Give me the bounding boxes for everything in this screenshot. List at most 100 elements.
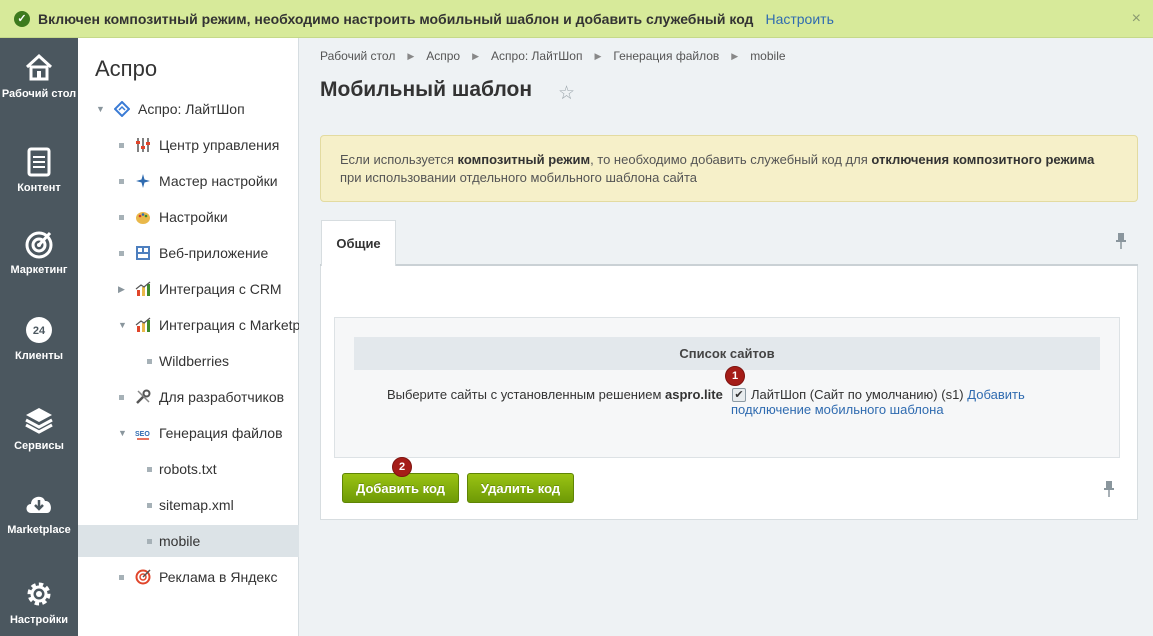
bullet [147, 466, 152, 472]
remove-code-button[interactable]: Удалить код [467, 473, 574, 503]
bullet [119, 250, 124, 256]
add-mobile-template-link[interactable]: Добавить [967, 387, 1024, 402]
step-badge: 1 [725, 366, 745, 386]
favorite-star-icon[interactable]: ☆ [558, 82, 575, 105]
rail-item-settings[interactable]: Настройки [0, 578, 78, 626]
expanded-arrow-icon[interactable]: ▼ [96, 104, 105, 114]
bullet [147, 502, 152, 508]
sites-section-header: Список сайтов [354, 337, 1100, 370]
tree-item-label: Настройки [159, 209, 228, 225]
bullet [119, 178, 124, 184]
rail-item-clients[interactable]: 24 Клиенты [0, 314, 78, 362]
home-icon [25, 53, 53, 81]
add-code-button[interactable]: Добавить код [342, 473, 459, 503]
breadcrumb-item[interactable]: Аспро [426, 49, 460, 63]
pin-icon[interactable] [1115, 232, 1127, 250]
breadcrumb-item[interactable]: Аспро: ЛайтШоп [491, 49, 582, 63]
tree-item-sitemap[interactable]: sitemap.xml [78, 489, 299, 521]
tree-item-developers[interactable]: Для разработчиков [78, 381, 299, 413]
rail-label: Контент [17, 182, 61, 194]
tab-general[interactable]: Общие [321, 220, 396, 266]
tree-item-label: Центр управления [159, 137, 280, 153]
configure-link[interactable]: Настроить [765, 11, 833, 27]
ad-target-icon [135, 569, 151, 585]
bullet [119, 214, 124, 220]
notice-text: Включен композитный режим, необходимо на… [38, 10, 754, 27]
tree-item-web-app[interactable]: Веб-приложение [78, 237, 299, 269]
site-checkbox[interactable]: ✔ [732, 388, 746, 402]
rail-label: Marketplace [7, 524, 71, 536]
tree-item-settings[interactable]: Настройки [78, 201, 299, 233]
tab-bar: Общие [320, 218, 1138, 266]
tree-item-label: Реклама в Яндекс [159, 569, 278, 585]
rail-item-marketing[interactable]: Маркетинг [0, 228, 78, 276]
add-mobile-template-link-continuation[interactable]: подключение мобильного шаблона [731, 402, 944, 417]
rail-item-services[interactable]: Сервисы [0, 404, 78, 452]
bullet [119, 142, 124, 148]
rail-item-marketplace[interactable]: Marketplace [0, 488, 78, 536]
page-title: Мобильный шаблон [320, 78, 533, 101]
bullet [119, 574, 124, 580]
tree-item-label: Мастер настройки [159, 173, 278, 189]
gear-icon [27, 582, 51, 606]
breadcrumb-separator-icon: ▶ [407, 51, 415, 61]
note-text: при использовании отдельного мобильного … [340, 170, 697, 185]
solution-name: aspro.lite [665, 387, 723, 402]
rail-item-desktop[interactable]: Рабочий стол [0, 52, 78, 100]
breadcrumb-separator-icon: ▶ [731, 51, 739, 61]
breadcrumb-item[interactable]: mobile [750, 49, 785, 63]
sites-section: Список сайтов Выберите сайты с установле… [334, 317, 1120, 458]
seo-icon: SEO [135, 431, 150, 440]
close-icon[interactable]: × [1132, 10, 1141, 28]
layers-icon [25, 408, 53, 434]
sidebar-tree: Аспро ▼ Аспро: ЛайтШоп Центр управления … [78, 38, 299, 636]
tree-item-yandex-ads[interactable]: Реклама в Яндекс [78, 561, 299, 593]
tree-item-label: Wildberries [159, 353, 230, 369]
breadcrumb-item[interactable]: Генерация файлов [613, 49, 719, 63]
tree-item-label: Генерация файлов [159, 425, 283, 441]
wrench-icon [136, 389, 151, 404]
label-text: Выберите сайты с установленным решением [387, 387, 666, 402]
expanded-arrow-icon[interactable]: ▼ [118, 320, 127, 330]
target-icon [25, 231, 53, 259]
tree-item-mobile[interactable]: mobile [78, 525, 299, 557]
tree-item-file-generation[interactable]: ▼ SEO Генерация файлов [78, 417, 299, 449]
sparkle-icon [136, 174, 150, 188]
rail-label: Маркетинг [10, 264, 68, 276]
chart-up-icon [135, 317, 151, 332]
breadcrumb: Рабочий стол ▶ Аспро ▶ Аспро: ЛайтШоп ▶ … [320, 49, 786, 63]
note-bold: композитный режим [457, 152, 591, 167]
web-app-icon [136, 246, 150, 260]
pin-icon[interactable] [1103, 480, 1115, 498]
tree-item-label: sitemap.xml [159, 497, 234, 513]
tree-item-marketplace-integration[interactable]: ▼ Интеграция с Marketplace [78, 309, 299, 341]
sidebar-title: Аспро [95, 56, 158, 81]
check-circle-icon: ✓ [14, 10, 30, 27]
tree-item-aspro-liteshop[interactable]: ▼ Аспро: ЛайтШоп [78, 93, 299, 125]
sliders-icon [136, 138, 150, 152]
tree-item-label: Для разработчиков [159, 389, 285, 405]
site-option: ЛайтШоп (Сайт по умолчанию) (s1) Добавит… [751, 387, 1025, 402]
main-menu-rail: Рабочий стол Контент Маркетинг 24 Клиент… [0, 38, 78, 636]
note-bold: отключения композитного режима [871, 152, 1095, 167]
document-icon [27, 147, 51, 177]
tree-item-setup-wizard[interactable]: Мастер настройки [78, 165, 299, 197]
tree-item-robots[interactable]: robots.txt [78, 453, 299, 485]
breadcrumb-item[interactable]: Рабочий стол [320, 49, 395, 63]
cloud-download-icon [26, 496, 51, 513]
tree-item-crm-integration[interactable]: ▶ Интеграция с CRM [78, 273, 299, 305]
rail-label: Клиенты [14, 350, 63, 362]
palette-icon [136, 212, 150, 224]
composite-mode-notice-bar: ✓ Включен композитный режим, необходимо … [0, 0, 1153, 38]
tree-item-label: Веб-приложение [159, 245, 269, 261]
tree-item-label: Аспро: ЛайтШоп [138, 101, 245, 117]
collapsed-arrow-icon[interactable]: ▶ [118, 284, 125, 295]
rail-item-content[interactable]: Контент [0, 146, 78, 194]
tree-item-wildberries[interactable]: Wildberries [78, 345, 299, 377]
tree-item-control-center[interactable]: Центр управления [78, 129, 299, 161]
tree-item-label: robots.txt [159, 461, 217, 477]
tree-item-label: Интеграция с CRM [159, 281, 282, 297]
select-sites-label: Выберите сайты с установленным решением … [387, 387, 723, 402]
expanded-arrow-icon[interactable]: ▼ [118, 428, 127, 438]
tab-content-panel: Список сайтов Выберите сайты с установле… [320, 266, 1138, 520]
